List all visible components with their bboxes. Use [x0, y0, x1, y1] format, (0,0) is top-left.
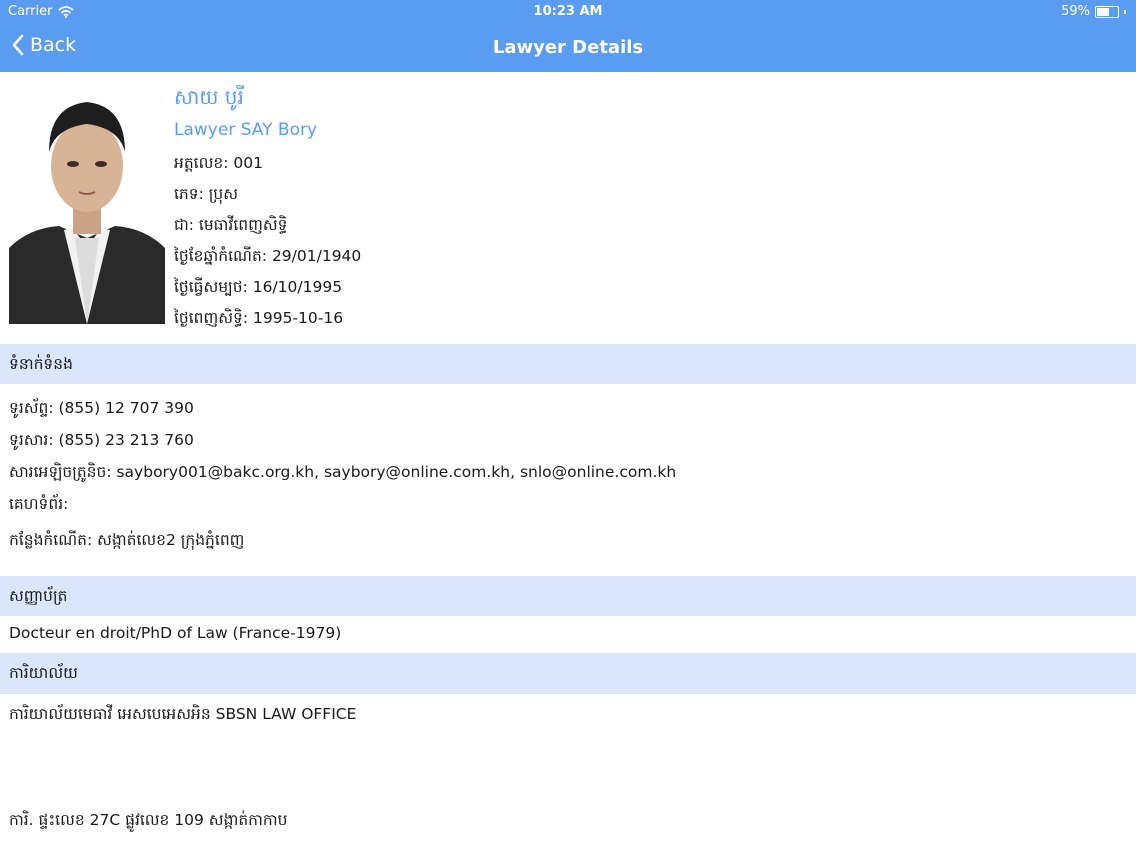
battery-percent: 59%: [1061, 4, 1090, 19]
fax-number: ទូរសារ: (855) 23 213 760: [9, 431, 194, 449]
office-name: ការិយាល័យមេធាវី អេសបេអេសអិន SBSN LAW OFF…: [9, 705, 357, 723]
id-number: អត្តលេខ: 001: [174, 154, 263, 172]
degree-value: Docteur en droit/PhD of Law (France-1979…: [9, 624, 342, 642]
top-bar: Carrier 10:23 AM 59% Back Lawyer Details: [0, 0, 1136, 72]
website: គេហទំព័រ:: [9, 495, 69, 513]
birth-date: ថ្ងៃខែឆ្នាំកំណើត: 29/01/1940: [174, 247, 362, 265]
lawyer-name-khmer: សាយ បូរី: [174, 85, 244, 109]
office-address: ការិ. ផ្ទះលេខ 27C ផ្លូវលេខ 109 សង្កាត់កា…: [9, 811, 288, 829]
gender: ភេទ: ប្រុស: [174, 185, 238, 203]
full-membership-date: ថ្ងៃពេញសិទ្ធិ: 1995-10-16: [174, 309, 344, 327]
oath-date: ថ្ងៃធ្វើសម្បថ: 16/10/1995: [174, 278, 343, 296]
lawyer-name-english: Lawyer SAY Bory: [174, 120, 318, 140]
phone-number[interactable]: ទូរស័ព្ទ: (855) 12 707 390: [9, 398, 1109, 421]
contact-section-header: ទំនាក់ទំនង: [0, 344, 1136, 384]
navigation-bar: Back Lawyer Details: [0, 24, 1136, 72]
lawyer-photo: [9, 88, 165, 324]
birth-place: កន្លែងកំណើត: សង្កាត់លេខ2 ក្រុងភ្នំពេញ: [9, 531, 245, 549]
degree-section-header: សញ្ញាប័ត្រ: [0, 576, 1136, 616]
battery-group: 59%: [1061, 4, 1126, 19]
profile-info: សាយ បូរី Lawyer SAY Bory អត្តលេខ: 001 ភេ…: [174, 82, 1074, 334]
office-section-header: ការិយាល័យ: [0, 653, 1136, 694]
status-bar: Carrier 10:23 AM 59%: [0, 0, 1136, 24]
battery-tip: [1124, 9, 1126, 14]
lawyer-status: ជា: មេធាវីពេញសិទ្ធិ: [174, 216, 288, 234]
battery-icon: [1095, 5, 1119, 18]
email-addresses[interactable]: សារអេឡិចត្រូនិច: saybory001@bakc.org.kh,…: [9, 462, 1109, 485]
page-title: Lawyer Details: [492, 37, 644, 58]
status-time: 10:23 AM: [533, 4, 603, 19]
